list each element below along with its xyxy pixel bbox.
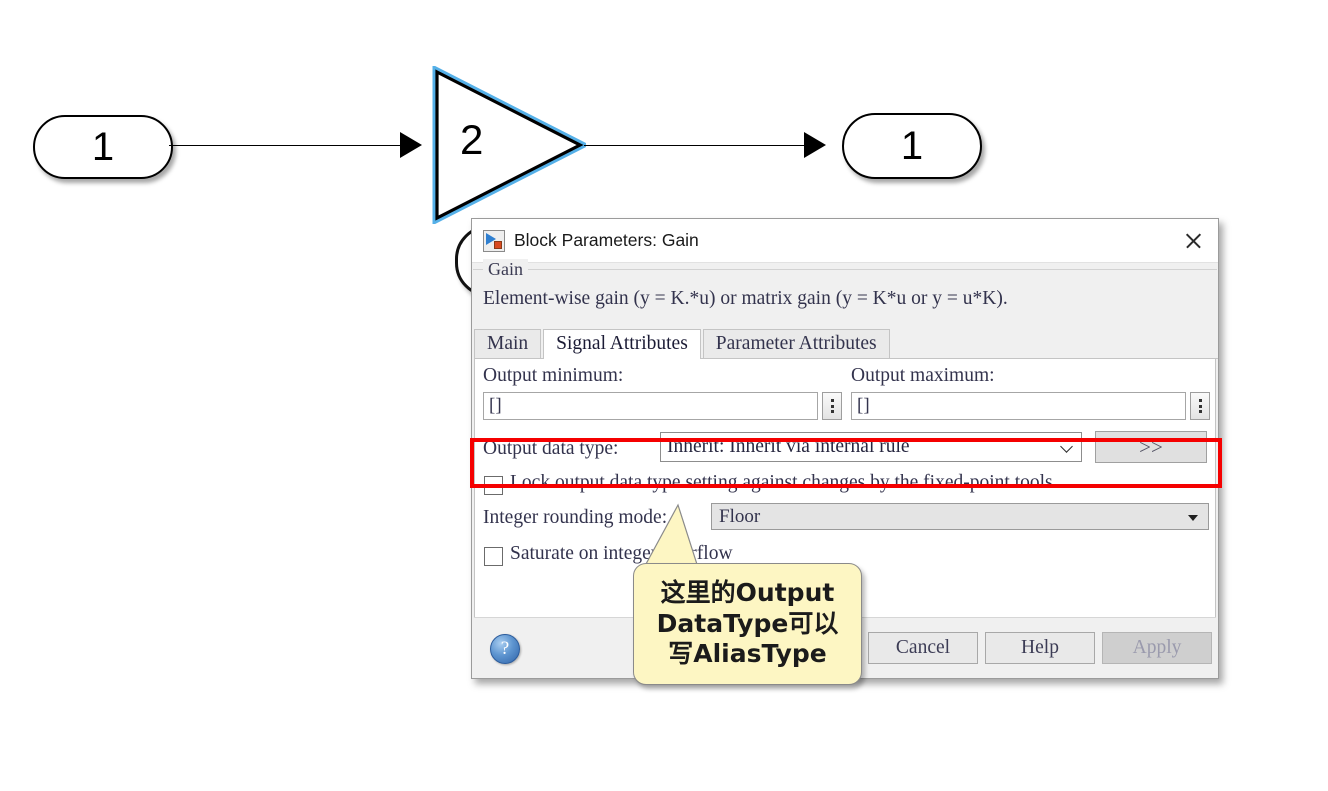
output-minimum-label: Output minimum:	[483, 365, 624, 386]
data-type-assistant-button[interactable]: >>	[1095, 431, 1207, 463]
signal-arrow-input	[400, 132, 422, 158]
tab-parameter-attributes[interactable]: Parameter Attributes	[702, 329, 890, 358]
cancel-button[interactable]: Cancel	[868, 632, 978, 664]
signal-arrow-output	[804, 132, 826, 158]
lock-output-data-type-label: Lock output data type setting against ch…	[510, 472, 1053, 493]
output-data-type-value: Inherit: Inherit via internal rule	[667, 436, 910, 457]
inport-block[interactable]: 1	[33, 115, 173, 179]
output-data-type-label: Output data type:	[483, 438, 619, 459]
gain-block[interactable]: 2	[430, 66, 586, 224]
callout-line-2: DataType可以	[656, 608, 839, 638]
dialog-title: Block Parameters: Gain	[514, 230, 699, 250]
output-maximum-label: Output maximum:	[851, 365, 995, 386]
lock-output-data-type-checkbox[interactable]	[484, 476, 503, 495]
outport-label: 1	[900, 123, 924, 168]
chevron-down-icon	[1188, 515, 1198, 521]
integer-rounding-mode-select[interactable]: Floor	[711, 503, 1209, 530]
saturate-on-integer-overflow-checkbox[interactable]	[484, 547, 503, 566]
callout-line-3: 写AliasType	[668, 639, 827, 669]
gain-value-label: 2	[460, 116, 484, 163]
chevron-down-icon	[1062, 442, 1072, 452]
callout-line-1: 这里的Output	[660, 578, 835, 608]
help-button-label: Help	[1021, 637, 1059, 658]
simulink-block-icon	[483, 229, 505, 252]
annotation-callout: 这里的Output DataType可以 写AliasType	[633, 563, 862, 685]
description-group: Gain Element-wise gain (y = K.*u) or mat…	[473, 259, 1217, 322]
gain-triangle	[432, 66, 586, 224]
output-maximum-input[interactable]: []	[851, 392, 1186, 420]
tab-main[interactable]: Main	[474, 329, 542, 358]
output-minimum-input[interactable]: []	[483, 392, 818, 420]
tab-strip: Main Signal Attributes Parameter Attribu…	[474, 329, 1218, 359]
screenshot-root: 1 2 1 Block Parameters: Gain Gain Elemen…	[0, 0, 1328, 791]
cancel-button-label: Cancel	[895, 637, 951, 658]
description-legend: Gain	[483, 259, 528, 280]
output-minimum-options-button[interactable]	[822, 392, 842, 420]
apply-button: Apply	[1102, 632, 1212, 664]
output-maximum-options-button[interactable]	[1190, 392, 1210, 420]
signal-line-output[interactable]	[584, 145, 806, 146]
outport-block[interactable]: 1	[842, 113, 982, 179]
tab-signal-attributes[interactable]: Signal Attributes	[543, 329, 701, 359]
help-icon-label: ?	[500, 638, 510, 659]
signal-line-input[interactable]	[169, 145, 402, 146]
help-icon[interactable]: ?	[490, 634, 520, 664]
description-text: Element-wise gain (y = K.*u) or matrix g…	[483, 288, 1008, 309]
output-data-type-select[interactable]: Inherit: Inherit via internal rule	[660, 432, 1082, 462]
annotation-callout-text: 这里的Output DataType可以 写AliasType	[651, 578, 845, 670]
dialog-titlebar: Block Parameters: Gain	[472, 219, 1218, 263]
inport-label: 1	[91, 124, 115, 169]
data-type-assistant-label: >>	[1139, 435, 1163, 459]
apply-button-label: Apply	[1132, 637, 1182, 658]
help-button[interactable]: Help	[985, 632, 1095, 664]
close-icon[interactable]	[1178, 226, 1208, 256]
